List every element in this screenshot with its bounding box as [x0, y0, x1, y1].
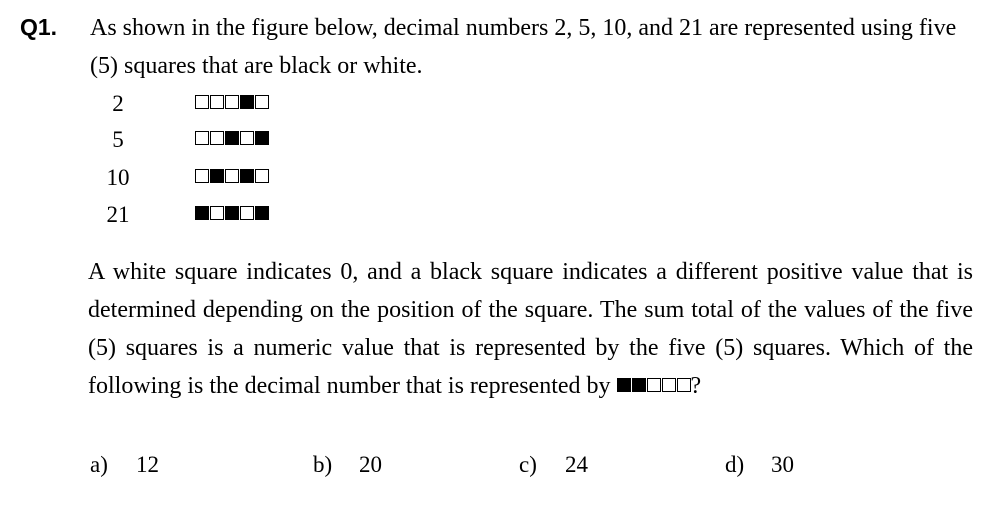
choice-d[interactable]: d) 30	[725, 450, 794, 480]
white-square	[661, 378, 676, 393]
black-square	[225, 131, 239, 145]
choice-value: 24	[565, 452, 588, 477]
white-square	[225, 169, 239, 183]
black-square	[631, 378, 646, 393]
question-intro: As shown in the figure below, decimal nu…	[90, 15, 957, 79]
white-square	[240, 206, 254, 220]
white-square	[195, 95, 209, 109]
white-square	[210, 95, 224, 109]
black-square	[195, 206, 209, 220]
question-number: Q1.	[20, 14, 58, 40]
square-pattern	[195, 131, 269, 145]
choice-letter: a)	[90, 452, 108, 477]
decimal-label: 2	[112, 91, 124, 116]
choice-letter: b)	[313, 452, 333, 477]
black-square	[240, 95, 254, 109]
choice-a[interactable]: a) 12	[90, 450, 159, 480]
choice-letter: c)	[519, 452, 537, 477]
question-body-text: A white square indicates 0, and a black …	[88, 259, 973, 399]
decimal-label: 5	[112, 127, 124, 152]
query-square-pattern	[616, 378, 691, 393]
square-pattern	[195, 95, 269, 109]
choice-value: 20	[359, 452, 382, 477]
question-body: A white square indicates 0, and a black …	[88, 253, 973, 405]
square-pattern	[195, 169, 269, 183]
question-mark: ?	[690, 373, 702, 399]
choice-c[interactable]: c) 24	[519, 450, 588, 480]
white-square	[255, 95, 269, 109]
black-square	[616, 378, 631, 393]
choice-letter: d)	[725, 452, 745, 477]
choice-b[interactable]: b) 20	[313, 450, 382, 480]
white-square	[225, 95, 239, 109]
white-square	[646, 378, 661, 393]
white-square	[195, 131, 209, 145]
black-square	[240, 169, 254, 183]
white-square	[210, 131, 224, 145]
black-square	[255, 206, 269, 220]
black-square	[255, 131, 269, 145]
square-pattern	[195, 206, 269, 220]
white-square	[210, 206, 224, 220]
white-square	[240, 131, 254, 145]
white-square	[195, 169, 209, 183]
black-square	[210, 169, 224, 183]
black-square	[225, 206, 239, 220]
white-square	[255, 169, 269, 183]
choice-value: 12	[136, 452, 159, 477]
choice-value: 30	[771, 452, 794, 477]
white-square	[676, 378, 691, 393]
decimal-label: 21	[106, 202, 130, 227]
decimal-label: 10	[106, 165, 130, 190]
